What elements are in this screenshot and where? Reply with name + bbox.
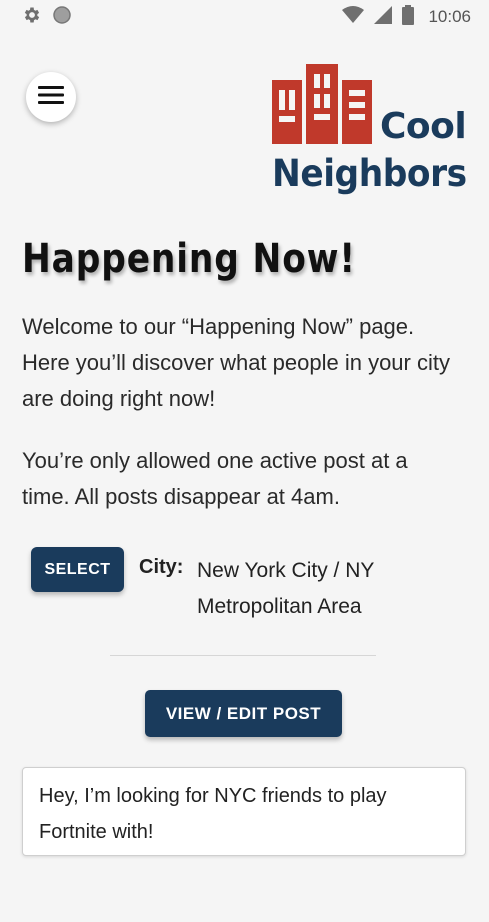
divider [110, 655, 376, 656]
page-title: Happening Now! [22, 236, 356, 282]
city-value: New York City / NY Metropolitan Area [197, 559, 375, 618]
select-city-button[interactable]: SELECT [31, 547, 124, 592]
wifi-icon [342, 5, 365, 29]
battery-icon [402, 4, 415, 30]
intro-text: Welcome to our “Happening Now” page. Her… [22, 314, 450, 411]
view-edit-post-button[interactable]: VIEW / EDIT POST [145, 690, 342, 737]
signal-icon [374, 5, 393, 29]
menu-button[interactable] [26, 72, 76, 122]
logo-text-neighbors: Neighbors [272, 152, 467, 195]
rules-text: You’re only allowed one active post at a… [22, 448, 408, 509]
logo-text-cool: Cool [380, 106, 467, 147]
status-time: 10:06 [428, 7, 471, 26]
post-text: Hey, I’m looking for NYC friends to play… [39, 785, 387, 843]
hamburger-icon [38, 85, 64, 110]
logo: Cool Neighbors [272, 64, 467, 200]
status-bar: 10:06 [0, 0, 489, 34]
city-label: City: [139, 556, 184, 578]
circle-icon [52, 5, 72, 30]
post-card[interactable]: Hey, I’m looking for NYC friends to play… [22, 767, 466, 856]
settings-icon [22, 5, 42, 30]
